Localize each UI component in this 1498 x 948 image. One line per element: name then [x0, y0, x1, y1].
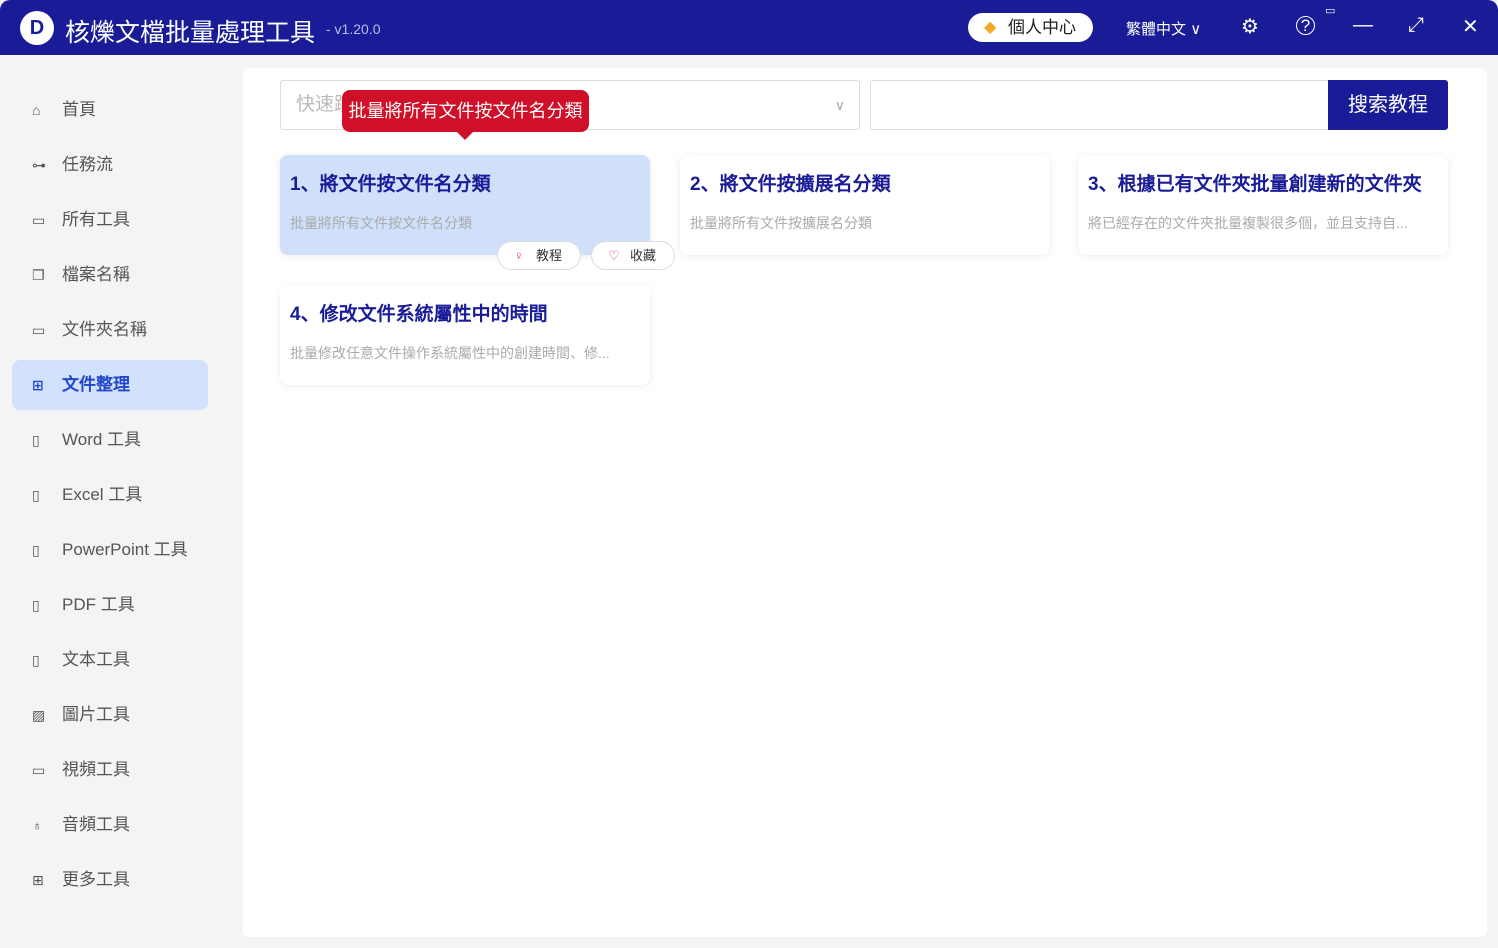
text-icon: ▯: [32, 635, 40, 685]
file-copy-icon: ❐: [32, 250, 45, 300]
workflow-icon: ⊶: [32, 140, 46, 190]
card-title: 4、修改文件系統屬性中的時間: [290, 299, 640, 326]
sidebar-item-label: 檔案名稱: [62, 265, 130, 284]
app-title: 核爍文檔批量處理工具: [65, 13, 315, 49]
sidebar-item-label: 首頁: [62, 100, 96, 119]
tool-card[interactable]: 4、修改文件系統屬性中的時間批量修改任意文件操作系統屬性中的創建時間、修...: [280, 285, 650, 385]
tooltip: 批量將所有文件按文件名分類: [342, 90, 589, 132]
favorite-label: 收藏: [630, 248, 656, 263]
chevron-down-icon: ∨: [835, 81, 845, 129]
sidebar-item-6[interactable]: ▯ Word 工具: [12, 415, 208, 465]
sidebar-item-label: Excel 工具: [62, 485, 142, 504]
favorite-button[interactable]: ♡ 收藏: [591, 241, 675, 270]
language-select[interactable]: 繁體中文 ∨: [1126, 18, 1201, 39]
sidebar-item-label: Word 工具: [62, 430, 141, 449]
tutorial-button[interactable]: ♀ 教程: [497, 241, 581, 270]
tool-card[interactable]: 3、根據已有文件夾批量創建新的文件夾將已經存在的文件夾批量複製很多個，並且支持自…: [1078, 155, 1448, 255]
organize-icon: ⊞: [32, 360, 44, 410]
card-desc: 將已經存在的文件夾批量複製很多個，並且支持自...: [1088, 213, 1438, 233]
mic-icon: ♁: [32, 800, 43, 850]
tutorial-search-input[interactable]: [870, 80, 1330, 130]
sidebar-item-7[interactable]: ▯ Excel 工具: [12, 470, 208, 520]
sidebar-item-8[interactable]: ▯ PowerPoint 工具: [12, 525, 208, 575]
search-tutorial-button[interactable]: 搜索教程: [1328, 80, 1448, 130]
sidebar-item-label: 文本工具: [62, 650, 130, 669]
monitor-icon: ▭: [32, 195, 45, 245]
close-icon[interactable]: ✕: [1462, 14, 1479, 39]
sidebar-item-2[interactable]: ▭ 所有工具: [12, 195, 208, 245]
pdf-icon: ▯: [32, 580, 40, 630]
help-icon[interactable]: ?: [1296, 16, 1315, 35]
folder-icon: ▭: [32, 305, 45, 355]
heart-icon: ♡: [608, 242, 620, 269]
title-bar: D 核爍文檔批量處理工具 - v1.20.0 ◆個人中心 繁體中文 ∨ ⚙ ? …: [0, 0, 1498, 55]
sidebar-item-4[interactable]: ▭ 文件夾名稱: [12, 305, 208, 355]
lightbulb-icon: ♀: [514, 242, 524, 269]
settings-icon[interactable]: ⚙: [1241, 14, 1259, 39]
sidebar-item-label: PowerPoint 工具: [62, 540, 188, 559]
sidebar-item-11[interactable]: ▨ 圖片工具: [12, 690, 208, 740]
sidebar-item-label: 視頻工具: [62, 760, 130, 779]
tool-card[interactable]: 1、將文件按文件名分類批量將所有文件按文件名分類: [280, 155, 650, 255]
card-title: 3、根據已有文件夾批量創建新的文件夾: [1088, 169, 1438, 196]
sidebar-item-9[interactable]: ▯ PDF 工具: [12, 580, 208, 630]
sidebar-item-0[interactable]: ⌂ 首頁: [12, 85, 208, 135]
sidebar-item-label: 音頻工具: [62, 815, 130, 834]
card-desc: 批量將所有文件按文件名分類: [290, 213, 640, 233]
ppt-icon: ▯: [32, 525, 40, 575]
tutorial-label: 教程: [536, 248, 562, 263]
home-icon: ⌂: [32, 85, 40, 135]
tool-card[interactable]: 2、將文件按擴展名分類批量將所有文件按擴展名分類: [680, 155, 1050, 255]
app-logo: D: [20, 11, 54, 45]
personal-center-label: 個人中心: [1008, 18, 1076, 37]
mini-window-icon[interactable]: ▭: [1325, 4, 1335, 17]
chevron-down-icon: ∨: [1190, 21, 1201, 38]
grid-icon: ⊞: [32, 855, 44, 905]
excel-icon: ▯: [32, 470, 40, 520]
language-label: 繁體中文: [1126, 21, 1186, 38]
word-icon: ▯: [32, 415, 40, 465]
video-icon: ▭: [32, 745, 45, 795]
image-icon: ▨: [32, 690, 45, 740]
sidebar-item-10[interactable]: ▯ 文本工具: [12, 635, 208, 685]
sidebar-item-5[interactable]: ⊞ 文件整理: [12, 360, 208, 410]
app-version: - v1.20.0: [326, 21, 380, 37]
sidebar-item-label: 文件整理: [62, 375, 130, 394]
sidebar-item-12[interactable]: ▭ 視頻工具: [12, 745, 208, 795]
card-desc: 批量將所有文件按擴展名分類: [690, 213, 1040, 233]
sidebar-item-label: 更多工具: [62, 870, 130, 889]
maximize-icon[interactable]: ⤢: [1408, 14, 1424, 37]
sidebar-item-label: 文件夾名稱: [62, 320, 147, 339]
sidebar-item-label: 任務流: [62, 155, 113, 174]
sidebar-item-1[interactable]: ⊶ 任務流: [12, 140, 208, 190]
card-title: 1、將文件按文件名分類: [290, 169, 640, 196]
sidebar-item-14[interactable]: ⊞ 更多工具: [12, 855, 208, 905]
card-title: 2、將文件按擴展名分類: [690, 169, 1040, 196]
diamond-icon: ◆: [984, 13, 996, 42]
sidebar-item-label: 所有工具: [62, 210, 130, 229]
minimize-icon[interactable]: —: [1353, 14, 1373, 37]
sidebar-item-3[interactable]: ❐ 檔案名稱: [12, 250, 208, 300]
card-desc: 批量修改任意文件操作系統屬性中的創建時間、修...: [290, 343, 640, 363]
sidebar-item-label: 圖片工具: [62, 705, 130, 724]
sidebar-item-label: PDF 工具: [62, 595, 135, 614]
personal-center-button[interactable]: ◆ 個人中心: [968, 13, 1093, 42]
sidebar-item-13[interactable]: ♁ 音頻工具: [12, 800, 208, 850]
